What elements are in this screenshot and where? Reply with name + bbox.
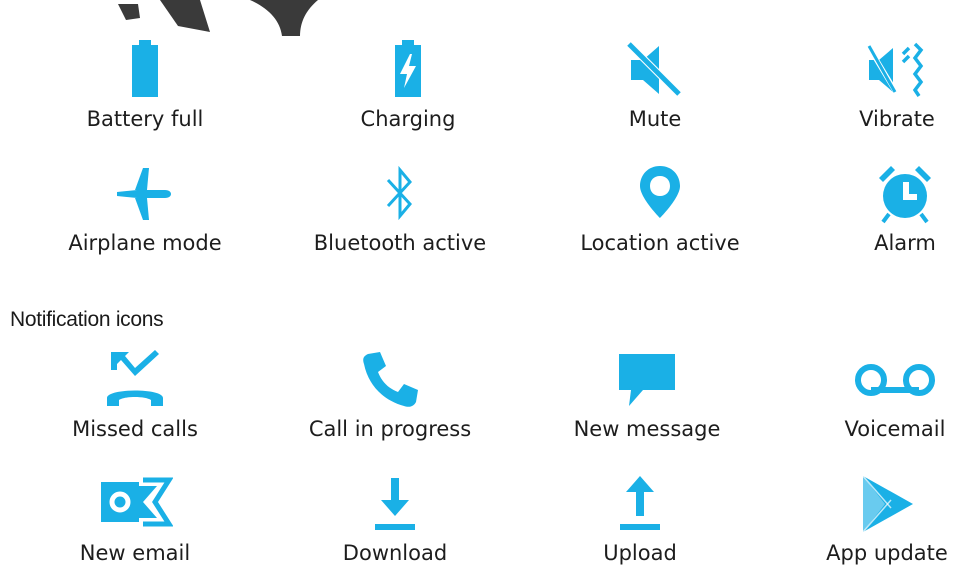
status-icon-location-active: Location active xyxy=(545,162,775,256)
notification-label-missed-calls: Missed calls xyxy=(72,417,198,441)
status-label-location-active: Location active xyxy=(580,231,740,255)
status-icon-bluetooth-active: Bluetooth active xyxy=(285,162,515,256)
message-bubble-icon xyxy=(619,354,675,406)
status-icon-vibrate: Vibrate xyxy=(782,38,955,132)
vibrate-icon xyxy=(865,42,924,97)
location-pin-icon xyxy=(640,166,680,218)
status-label-airplane-mode: Airplane mode xyxy=(68,231,222,255)
notification-icons-heading: Notification icons xyxy=(10,308,164,331)
notification-icon-new-message: New message xyxy=(532,348,762,442)
battery-charging-icon xyxy=(395,40,421,97)
notification-label-new-message: New message xyxy=(573,417,721,441)
notification-icon-call-in-progress: Call in progress xyxy=(275,348,505,442)
notification-label-new-email: New email xyxy=(79,541,191,565)
status-label-charging: Charging xyxy=(360,107,456,131)
notification-label-upload: Upload xyxy=(603,541,677,565)
status-icon-mute: Mute xyxy=(540,38,770,132)
notification-icon-voicemail: Voicemail xyxy=(780,348,955,442)
status-label-vibrate: Vibrate xyxy=(859,107,935,131)
alarm-clock-icon xyxy=(879,166,931,224)
notification-label-voicemail: Voicemail xyxy=(844,417,946,441)
phone-call-icon xyxy=(363,352,418,407)
status-label-mute: Mute xyxy=(628,107,682,131)
status-icon-alarm: Alarm xyxy=(790,162,955,256)
download-icon xyxy=(375,478,415,530)
email-icon xyxy=(101,477,173,527)
play-store-icon xyxy=(862,475,913,533)
battery-full-icon xyxy=(132,40,158,97)
notification-label-download: Download xyxy=(342,541,448,565)
notification-label-app-update: App update xyxy=(826,541,948,565)
status-label-bluetooth-active: Bluetooth active xyxy=(313,231,487,255)
voicemail-icon xyxy=(855,364,935,396)
upload-icon xyxy=(620,476,660,530)
status-icon-battery-full: Battery full xyxy=(30,38,260,132)
notification-icon-app-update: App update xyxy=(772,472,955,566)
mute-icon xyxy=(624,39,684,99)
decorative-brush-strokes xyxy=(118,0,318,36)
notification-icon-new-email: New email xyxy=(20,472,250,566)
status-label-battery-full: Battery full xyxy=(86,107,204,131)
status-label-alarm: Alarm xyxy=(874,231,936,255)
notification-icon-missed-calls: Missed calls xyxy=(20,348,250,442)
status-icon-airplane-mode: Airplane mode xyxy=(30,162,260,256)
airplane-icon xyxy=(117,168,171,220)
bluetooth-icon xyxy=(386,165,412,221)
notification-icon-upload: Upload xyxy=(525,472,755,566)
notification-label-call-in-progress: Call in progress xyxy=(308,417,472,441)
missed-call-icon xyxy=(107,350,163,406)
status-icon-charging: Charging xyxy=(293,38,523,132)
notification-icon-download: Download xyxy=(280,472,510,566)
